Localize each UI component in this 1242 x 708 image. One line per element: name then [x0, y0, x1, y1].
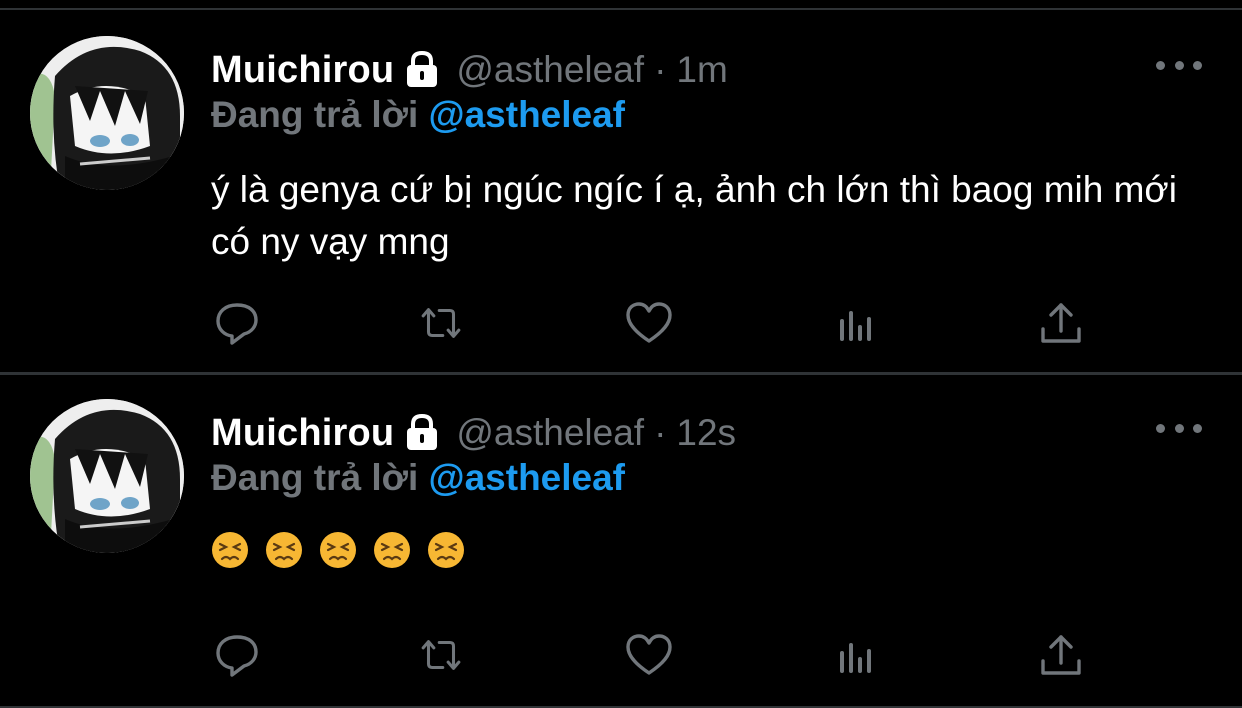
share-button[interactable]: [1036, 630, 1086, 680]
tweet-text: ý là genya cứ bị ngúc ngíc í ạ, ảnh ch l…: [211, 169, 1177, 262]
separator-dot: ·: [654, 49, 667, 90]
like-button[interactable]: [624, 298, 674, 348]
tweet-emojis: [211, 531, 465, 569]
top-divider: [0, 0, 1242, 10]
analytics-icon: [840, 311, 871, 341]
analytics-button[interactable]: [832, 298, 882, 348]
reply-handle-link[interactable]: @astheleaf: [429, 457, 626, 498]
separator-dot: ·: [654, 412, 667, 453]
replying-to: Đang trả lời @astheleaf: [211, 94, 625, 136]
replying-to: Đang trả lời @astheleaf: [211, 457, 625, 499]
like-icon: [626, 634, 672, 675]
persevering-face-emoji: [374, 532, 410, 568]
reply-icon: [216, 635, 258, 677]
avatar[interactable]: [30, 399, 184, 553]
like-button[interactable]: [624, 630, 674, 680]
retweet-icon: [421, 308, 461, 338]
avatar[interactable]: [30, 36, 184, 190]
retweet-icon: [421, 640, 461, 670]
like-icon: [626, 302, 672, 343]
more-icon[interactable]: [1156, 58, 1202, 72]
analytics-icon: [840, 643, 871, 673]
timestamp[interactable]: 1m: [676, 49, 727, 91]
persevering-face-emoji: [428, 532, 464, 568]
reply-prefix: Đang trả lời: [211, 457, 419, 498]
display-name[interactable]: Muichirou: [211, 49, 394, 92]
lock-icon: [407, 413, 438, 450]
retweet-button[interactable]: [416, 298, 466, 348]
persevering-face-emoji: [212, 532, 248, 568]
persevering-face-emoji: [266, 532, 302, 568]
username[interactable]: @astheleaf: [456, 412, 644, 454]
share-button[interactable]: [1036, 298, 1086, 348]
lock-icon: [407, 50, 438, 87]
reply-button[interactable]: [212, 630, 262, 680]
retweet-button[interactable]: [416, 630, 466, 680]
timestamp[interactable]: 12s: [676, 412, 736, 454]
display-name[interactable]: Muichirou: [211, 412, 394, 455]
analytics-button[interactable]: [832, 630, 882, 680]
share-icon: [1041, 635, 1081, 675]
tweet-header: Muichirou @astheleaf · 1m: [211, 46, 728, 94]
persevering-face-emoji: [320, 532, 356, 568]
reply-icon: [216, 303, 258, 345]
reply-prefix: Đang trả lời: [211, 94, 419, 135]
reply-handle-link[interactable]: @astheleaf: [429, 94, 626, 135]
tweet-header: Muichirou @astheleaf · 12s: [211, 409, 736, 457]
share-icon: [1041, 303, 1081, 343]
username[interactable]: @astheleaf: [456, 49, 644, 91]
more-icon[interactable]: [1156, 421, 1202, 435]
reply-button[interactable]: [212, 298, 262, 348]
